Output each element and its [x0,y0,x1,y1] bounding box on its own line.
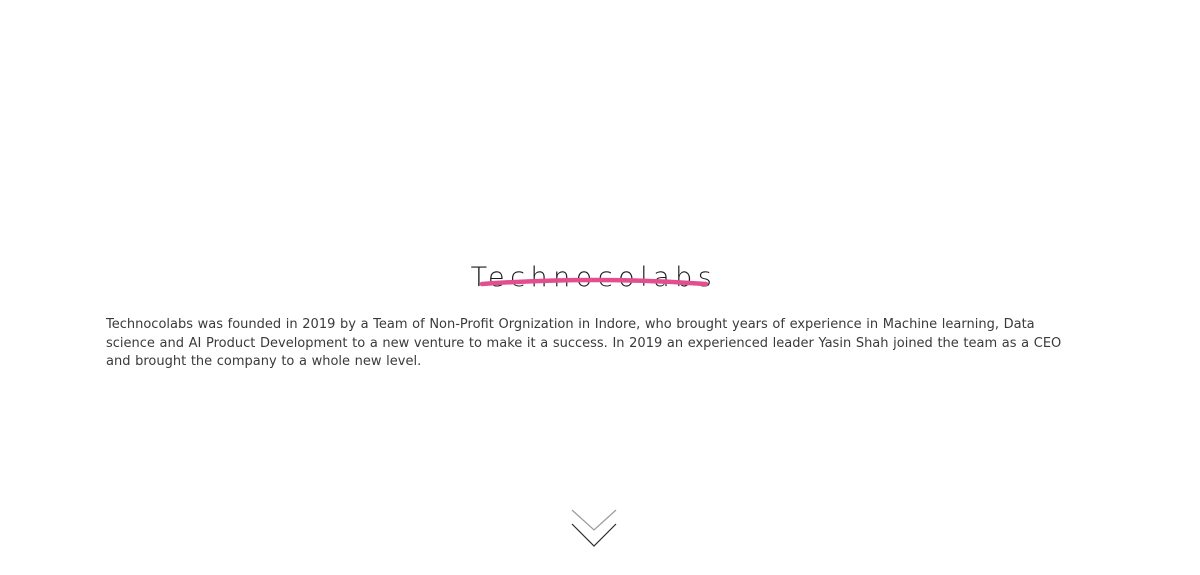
title-underline [479,277,709,287]
about-section: Technocolabs Technocolabs was founded in… [0,0,1200,575]
scroll-down-button[interactable] [568,506,620,552]
company-description: Technocolabs was founded in 2019 by a Te… [106,317,1062,370]
chevron-down-icon [571,509,617,547]
